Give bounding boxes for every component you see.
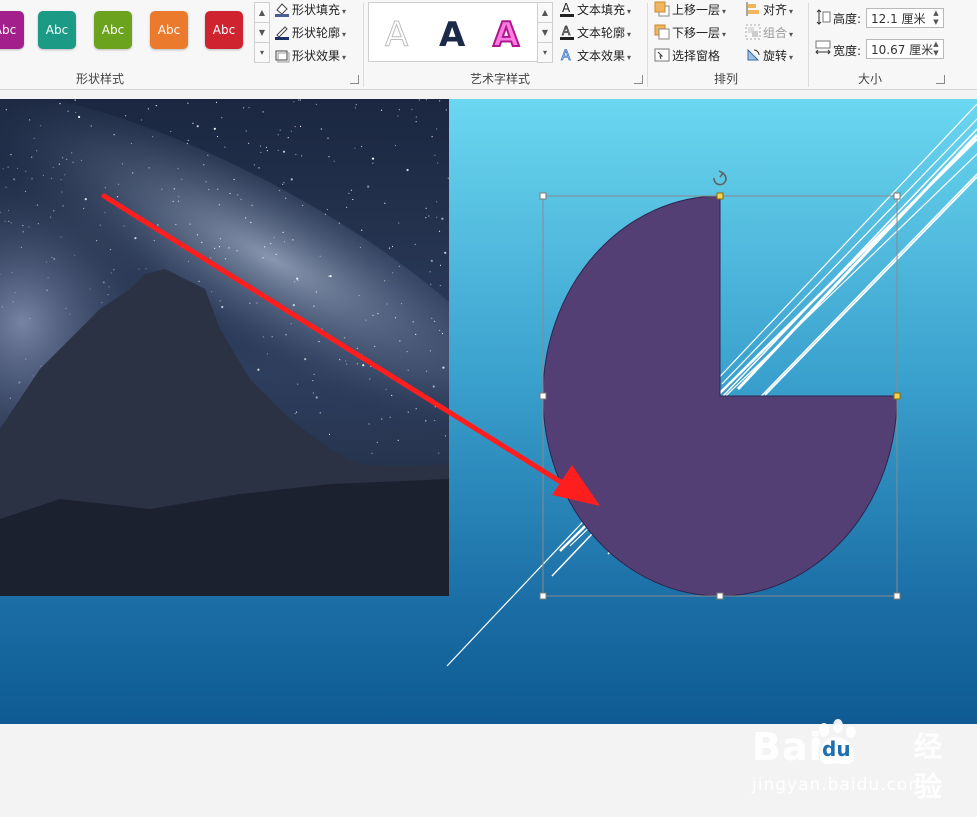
selection-pane-icon — [654, 47, 670, 63]
shape-outline-button[interactable]: 形状轮廓 ▾ — [274, 23, 346, 43]
align-icon — [745, 1, 761, 17]
shape-style-swatch[interactable]: Abc — [205, 11, 243, 49]
group-divider — [647, 3, 648, 87]
watermark-du: du — [822, 737, 851, 761]
wordart-sample-navy[interactable]: A — [439, 15, 465, 55]
group-objects-icon — [745, 24, 761, 40]
rotate-icon — [745, 47, 761, 63]
resize-handle[interactable] — [716, 592, 724, 600]
wordart-expand[interactable]: ▾ — [537, 42, 553, 63]
bring-forward-label: 上移一层 — [672, 3, 721, 17]
text-fill-icon: A — [559, 1, 575, 17]
swatch-label: Abc — [157, 23, 181, 37]
group-label: 组合 — [763, 26, 788, 40]
svg-text:A: A — [562, 1, 571, 15]
text-effects-label: 文本效果 — [577, 49, 626, 63]
shape-fill-label: 形状填充 — [292, 3, 341, 17]
wordart-scroll-down[interactable]: ▼ — [537, 22, 553, 43]
width-label: 宽度: — [833, 44, 862, 58]
text-fill-label: 文本填充 — [577, 3, 626, 17]
shape-style-swatch[interactable]: Abc — [94, 11, 132, 49]
ribbon: Abc Abc Abc Abc Abc ▲ ▼ ▾ 形状填充▾ 形状轮廓▾ 形状… — [0, 0, 977, 90]
width-value: 10.67 厘米 — [871, 43, 934, 57]
shape-style-swatch[interactable]: Abc — [150, 11, 188, 49]
size-launcher[interactable] — [936, 75, 945, 84]
shape-styles-group-label: 形状样式 — [75, 72, 124, 86]
text-outline-icon: A — [559, 24, 575, 40]
resize-handle[interactable] — [539, 592, 547, 600]
slide-canvas[interactable]: Bai 经验 du jingyan.baidu.com — [0, 99, 977, 803]
baidu-jingyan-watermark: Bai 经验 du jingyan.baidu.com — [752, 717, 962, 817]
red-annotation-arrow — [101, 193, 600, 506]
shape-style-swatch[interactable]: Abc — [38, 11, 76, 49]
swatch-label: Abc — [0, 23, 17, 37]
shape-style-swatch[interactable]: Abc — [0, 11, 24, 49]
wordart-scroll-up[interactable]: ▲ — [537, 2, 553, 23]
group-divider — [808, 3, 809, 87]
svg-text:A: A — [562, 24, 571, 38]
adjust-handle[interactable] — [716, 192, 724, 200]
gallery-expand[interactable]: ▾ — [254, 42, 270, 63]
height-icon — [815, 9, 831, 28]
resize-handle[interactable] — [893, 192, 901, 200]
text-outline-button[interactable]: A 文本轮廓 ▾ — [559, 23, 631, 43]
text-effects-button[interactable]: A 文本效果 ▾ — [559, 46, 631, 66]
wordart-sample-plain[interactable]: A — [384, 15, 408, 56]
wordart-gallery: A A A — [368, 2, 538, 62]
send-backward-button[interactable]: 下移一层 ▾ — [654, 23, 726, 43]
send-backward-label: 下移一层 — [672, 26, 721, 40]
text-fill-button[interactable]: A 文本填充 ▾ — [559, 0, 631, 20]
align-button[interactable]: 对齐 ▾ — [745, 0, 793, 20]
selection-pane-button[interactable]: 选择窗格 — [654, 46, 720, 66]
arrange-group-label: 排列 — [713, 72, 738, 86]
width-icon — [815, 40, 831, 59]
gallery-scroll-up[interactable]: ▲ — [254, 2, 270, 23]
pie-shape[interactable] — [542, 195, 898, 597]
text-effects-icon: A — [559, 47, 575, 65]
shape-effects-label: 形状效果 — [292, 49, 341, 63]
swatch-label: Abc — [212, 23, 236, 37]
watermark-url: jingyan.baidu.com — [752, 775, 926, 795]
send-backward-icon — [654, 24, 670, 40]
height-label: 高度: — [833, 12, 862, 26]
slide-overlay — [101, 103, 977, 667]
shape-effects-button[interactable]: 形状效果 ▾ — [274, 46, 346, 66]
gallery-scroll-down[interactable]: ▼ — [254, 22, 270, 43]
watermark-bai: Bai — [752, 725, 823, 769]
bring-forward-button[interactable]: 上移一层 ▾ — [654, 0, 726, 20]
shape-fill-button[interactable]: 形状填充 ▾ — [274, 0, 346, 20]
resize-handle[interactable] — [539, 192, 547, 200]
wordart-sample-pink[interactable]: A — [492, 14, 520, 56]
height-value: 12.1 厘米 — [871, 12, 926, 26]
swatch-label: Abc — [45, 23, 69, 37]
group-button[interactable]: 组合 ▾ — [745, 23, 793, 43]
shape-styles-launcher[interactable] — [350, 75, 359, 84]
adjust-handle[interactable] — [893, 392, 901, 400]
swatch-label: Abc — [101, 23, 125, 37]
selection-pane-label: 选择窗格 — [672, 49, 721, 63]
group-divider — [363, 3, 364, 87]
wordart-launcher[interactable] — [634, 75, 643, 84]
align-label: 对齐 — [763, 3, 788, 17]
text-outline-label: 文本轮廓 — [577, 26, 626, 40]
pen-outline-icon — [274, 24, 290, 40]
bring-forward-icon — [654, 1, 670, 17]
rotate-label: 旋转 — [763, 49, 788, 63]
shape-outline-label: 形状轮廓 — [292, 26, 341, 40]
resize-handle[interactable] — [539, 392, 547, 400]
width-input[interactable]: 10.67 厘米 ▲ ▼ — [866, 39, 944, 59]
svg-text:A: A — [561, 48, 571, 63]
rotate-button[interactable]: 旋转 ▾ — [745, 46, 793, 66]
paint-bucket-icon — [274, 1, 290, 17]
shape-effects-icon — [274, 47, 290, 63]
resize-handle[interactable] — [893, 592, 901, 600]
wordart-group-label: 艺术字样式 — [469, 72, 530, 86]
size-group-label: 大小 — [857, 72, 882, 86]
height-spinner[interactable]: ▲ ▼ — [931, 9, 941, 27]
height-input[interactable]: 12.1 厘米 ▲ ▼ — [866, 8, 944, 28]
width-spinner[interactable]: ▲ ▼ — [931, 40, 941, 58]
rotate-handle[interactable] — [713, 170, 727, 186]
